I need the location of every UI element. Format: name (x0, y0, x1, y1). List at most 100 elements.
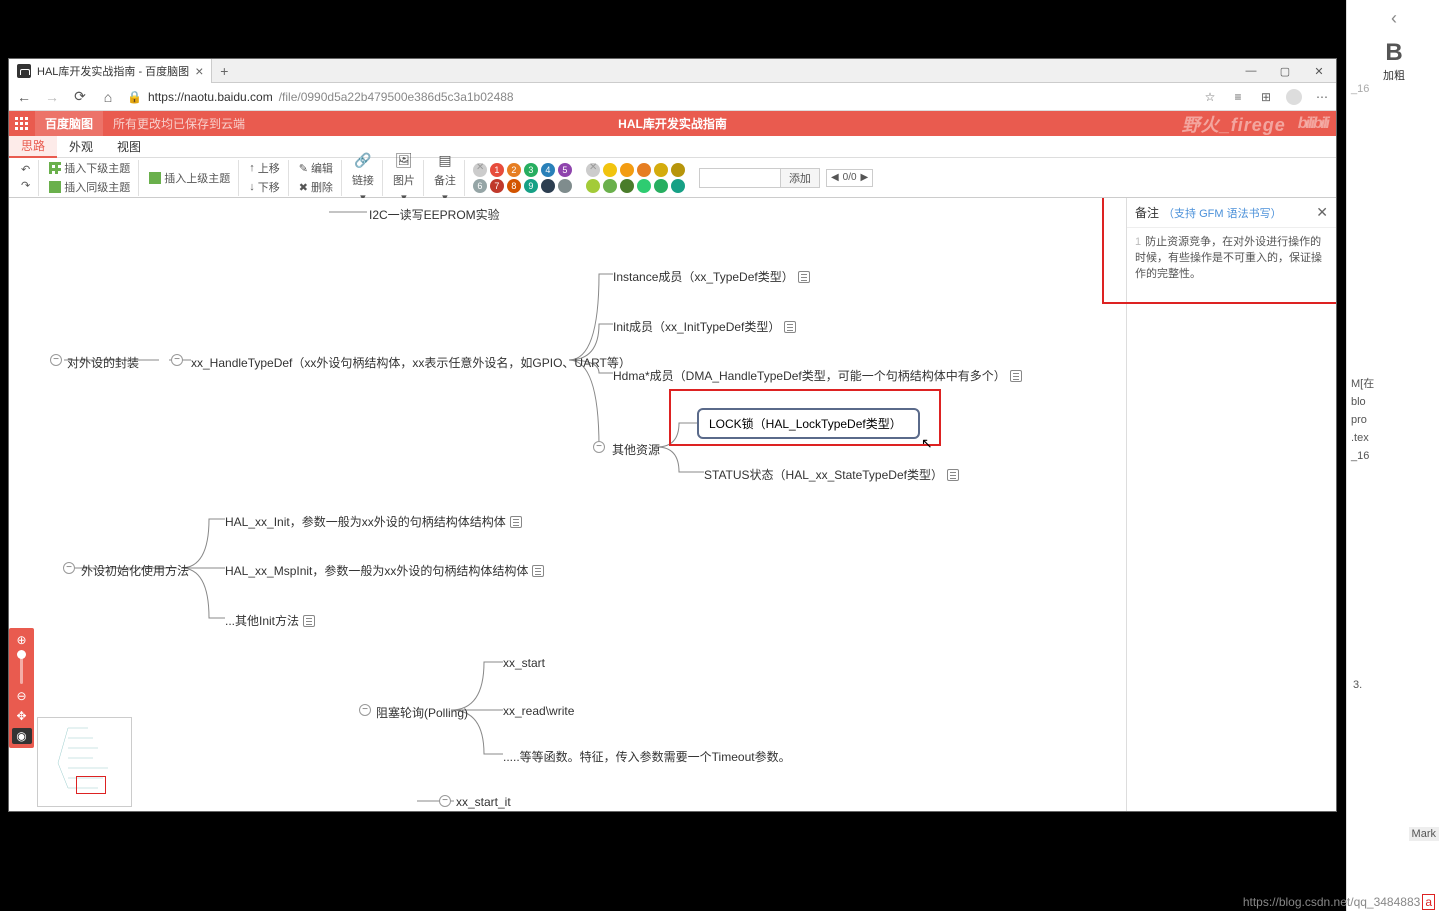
priority-4[interactable]: 4 (541, 163, 555, 177)
priority-9[interactable]: 9 (524, 179, 538, 193)
minimap[interactable] (37, 717, 132, 807)
zoom-target-icon[interactable]: ⊕ (14, 632, 30, 648)
note-icon[interactable] (303, 615, 315, 627)
collapse-handle[interactable]: − (171, 354, 183, 366)
redo-button[interactable]: ↷ (17, 178, 34, 193)
node-xxetc[interactable]: .....等等函数。特征，传入参数需要一个Timeout参数。 (503, 748, 791, 765)
progress-4[interactable] (654, 163, 668, 177)
search-input[interactable] (700, 169, 780, 187)
node-xxstart[interactable]: xx_start (503, 656, 545, 670)
link-button[interactable]: 🔗链接▾ (348, 151, 378, 205)
node-wrap[interactable]: 对外设的封装 (67, 354, 139, 371)
insert-parent-button[interactable]: 插入上级主题 (145, 169, 234, 187)
priority-1[interactable]: 1 (490, 163, 504, 177)
priority-5[interactable]: 5 (558, 163, 572, 177)
note-icon[interactable] (784, 321, 796, 333)
window-maximize-button[interactable]: ▢ (1268, 59, 1302, 83)
move-down-button[interactable]: ↓ 下移 (245, 178, 284, 196)
node-other[interactable]: 其他资源 (612, 441, 660, 458)
node-initway[interactable]: 外设初始化使用方法 (81, 562, 189, 579)
collapse-polling[interactable]: − (359, 704, 371, 716)
priority-8[interactable]: 8 (507, 179, 521, 193)
node-instance[interactable]: Instance成员（xx_TypeDef类型） (613, 268, 810, 285)
node-xxrw[interactable]: xx_read\write (503, 704, 574, 718)
progress-7[interactable] (603, 179, 617, 193)
profile-avatar[interactable] (1286, 89, 1302, 105)
pager-next[interactable]: ▶ (861, 172, 869, 183)
zoom-slider[interactable] (20, 652, 23, 684)
note-icon[interactable] (798, 271, 810, 283)
progress-2[interactable] (620, 163, 634, 177)
progress-11[interactable] (671, 179, 685, 193)
progress-1[interactable] (603, 163, 617, 177)
priority-2[interactable]: 2 (507, 163, 521, 177)
collapse-wrap[interactable]: − (50, 354, 62, 366)
image-button[interactable]: 🖼图片▾ (389, 151, 419, 205)
progress-none[interactable]: ✕ (586, 163, 600, 177)
insert-sibling-button[interactable]: 插入同级主题 (45, 178, 134, 196)
new-tab-button[interactable]: + (212, 63, 236, 79)
node-polling[interactable]: 阻塞轮询(Polling) (376, 704, 468, 721)
node-hdma[interactable]: Hdma*成员（DMA_HandleTypeDef类型，可能一个句柄结构体中有多… (613, 367, 1022, 384)
collapse-other[interactable]: − (593, 441, 605, 453)
collapse-initway[interactable]: − (63, 562, 75, 574)
minimap-viewport[interactable] (76, 776, 106, 794)
app-brand[interactable]: 百度脑图 (35, 111, 103, 136)
subtab-appearance[interactable]: 外观 (57, 136, 105, 158)
insert-child-button[interactable]: 插入下级主题 (45, 159, 134, 177)
priority-7[interactable]: 7 (490, 179, 504, 193)
progress-10[interactable] (654, 179, 668, 193)
nav-back-button[interactable]: ← (15, 89, 33, 105)
node-init[interactable]: Init成员（xx_InitTypeDef类型） (613, 318, 796, 335)
node-mspinit[interactable]: HAL_xx_MspInit，参数一般为xx外设的句柄结构体结构体 (225, 562, 544, 579)
priority-x1[interactable] (541, 179, 555, 193)
search-add-button[interactable]: 添加 (780, 169, 819, 187)
reader-icon[interactable]: ≡ (1230, 89, 1246, 105)
collapse-startit[interactable]: − (439, 795, 451, 807)
node-handle[interactable]: xx_HandleTypeDef（xx外设句柄结构体，xx表示任意外设名，如GP… (191, 354, 631, 371)
star-icon[interactable]: ☆ (1202, 89, 1218, 105)
chevron-left-icon[interactable]: ‹ (1351, 8, 1437, 29)
mindmap-canvas[interactable]: I2C一读写EEPROM实验 − 对外设的封装 − xx_HandleTypeD… (9, 198, 1336, 811)
nav-forward-button[interactable]: → (43, 89, 61, 105)
priority-6[interactable]: 6 (473, 179, 487, 193)
zoom-move-icon[interactable]: ✥ (14, 708, 30, 724)
app-menu-grid-icon[interactable] (9, 111, 35, 136)
nav-refresh-button[interactable]: ⟳ (71, 88, 89, 105)
document-title[interactable]: HAL库开发实战指南 (618, 115, 727, 132)
progress-8[interactable] (620, 179, 634, 193)
progress-5[interactable] (671, 163, 685, 177)
note-icon[interactable] (532, 565, 544, 577)
note-icon[interactable] (1010, 370, 1022, 382)
nav-home-button[interactable]: ⌂ (99, 89, 117, 105)
subtab-view[interactable]: 视图 (105, 136, 153, 158)
window-close-button[interactable]: ✕ (1302, 59, 1336, 83)
node-halinit[interactable]: HAL_xx_Init，参数一般为xx外设的句柄结构体结构体 (225, 513, 522, 530)
notes-close-button[interactable]: ✕ (1316, 204, 1328, 221)
undo-button[interactable]: ↶ (17, 162, 34, 177)
node-i2c[interactable]: I2C一读写EEPROM实验 (369, 206, 500, 223)
notes-body[interactable]: 1防止资源竞争，在对外设进行操作的时候，有些操作是不可重入的，保证操作的完整性。 (1127, 228, 1336, 288)
progress-9[interactable] (637, 179, 651, 193)
priority-x2[interactable] (558, 179, 572, 193)
node-lock-selected[interactable]: LOCK锁（HAL_LockTypeDef类型） (697, 408, 920, 439)
zoom-eye-icon[interactable]: ◉ (12, 728, 32, 744)
progress-3[interactable] (637, 163, 651, 177)
window-minimize-button[interactable]: ― (1234, 59, 1268, 83)
url-field[interactable]: 🔒 https://naotu.baidu.com/file/0990d5a22… (127, 90, 1192, 104)
tab-close-button[interactable]: × (195, 63, 203, 79)
extensions-icon[interactable]: ⊞ (1258, 89, 1274, 105)
edit-button[interactable]: ✎ 编辑 (295, 159, 337, 177)
pager-prev[interactable]: ◀ (831, 172, 839, 183)
note-icon[interactable] (947, 469, 959, 481)
delete-button[interactable]: ✖ 删除 (295, 178, 337, 196)
move-up-button[interactable]: ↑ 上移 (245, 159, 284, 177)
zoom-out-icon[interactable]: ⊖ (14, 688, 30, 704)
progress-6[interactable] (586, 179, 600, 193)
node-otherinit[interactable]: ...其他Init方法 (225, 612, 315, 629)
node-xxstartit[interactable]: xx_start_it (456, 795, 511, 809)
node-status[interactable]: STATUS状态（HAL_xx_StateTypeDef类型） (704, 466, 959, 483)
note-icon[interactable] (510, 516, 522, 528)
browser-tab[interactable]: HAL库开发实战指南 - 百度脑图 × (9, 59, 212, 83)
subtab-idea[interactable]: 思路 (9, 136, 57, 158)
